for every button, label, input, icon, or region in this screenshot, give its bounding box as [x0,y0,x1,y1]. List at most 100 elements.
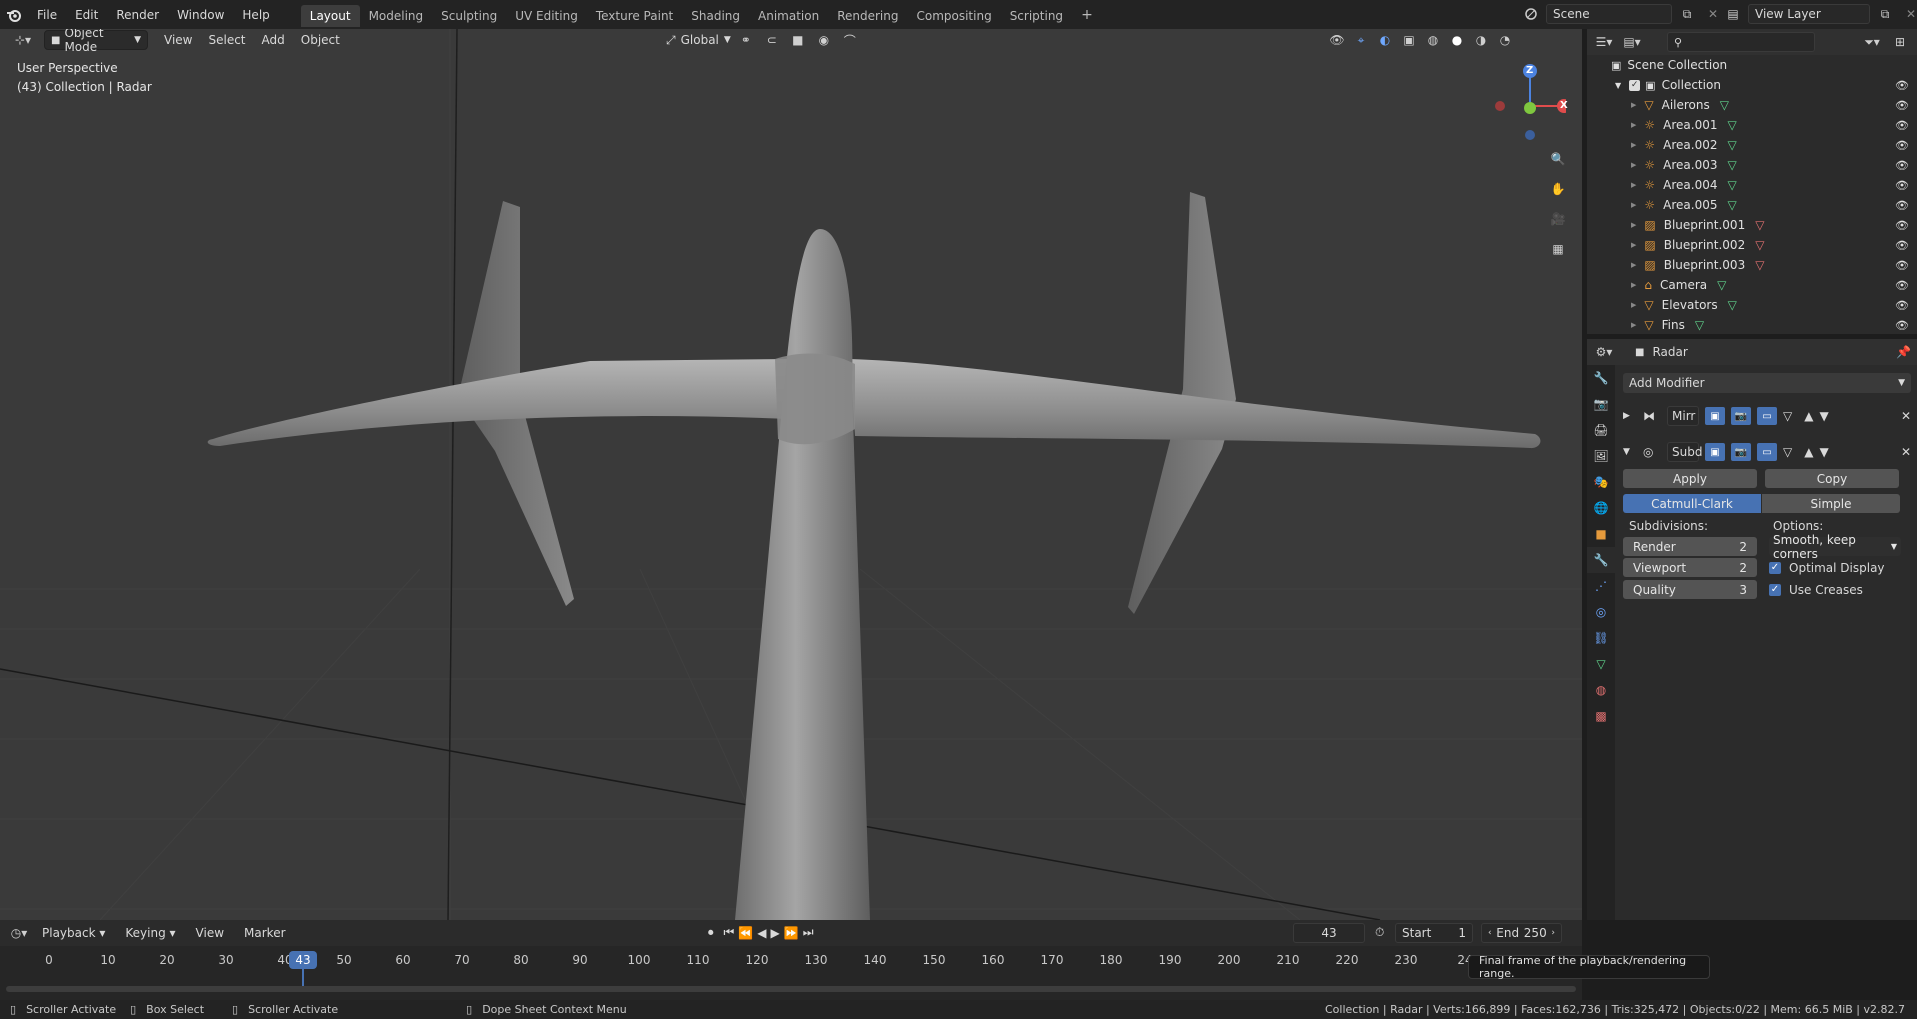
stopwatch-icon[interactable]: ⏱ [1375,925,1384,940]
output-tab-icon[interactable]: 🖨 [1587,417,1615,443]
filter-icon[interactable]: ⏷▾ [1861,32,1883,52]
subsurf-name-field[interactable]: Subd [1667,442,1702,462]
viewport-menu-add[interactable]: Add [254,31,293,49]
tab-sculpting[interactable]: Sculpting [432,5,506,27]
object-data-icon[interactable]: ▽ [1755,238,1764,252]
rendered-shading-icon[interactable]: ◔ [1494,30,1516,50]
chevron-right-icon[interactable]: ▶ [1631,241,1636,249]
prev-keyframe-icon[interactable]: ⏪ [738,926,753,940]
chevron-right-icon[interactable]: ▶ [1631,221,1636,229]
render-toggle-icon[interactable]: 📷 [1731,443,1751,461]
chevron-right-icon[interactable]: ▶ [1631,181,1636,189]
new-collection-icon[interactable]: ⊞ [1889,32,1911,52]
3d-viewport[interactable]: ⊹▾ ■ Object Mode ▼ View Select Add Objec… [0,29,1582,920]
display-mode-icon[interactable]: ▤▾ [1621,32,1643,52]
data-tab-icon[interactable]: ▽ [1587,651,1615,677]
eye-icon[interactable]: 👁 [1895,239,1909,252]
render-tab-icon[interactable]: 📷 [1587,391,1615,417]
add-modifier-dropdown[interactable]: Add Modifier ▼ [1623,373,1911,393]
chevron-right-icon[interactable]: › [1551,928,1555,938]
eye-icon[interactable]: 👁 [1895,219,1909,232]
render-levels-field[interactable]: Render 2 [1623,537,1757,556]
eye-icon[interactable]: 👁 [1895,299,1909,312]
properties-editor-icon[interactable]: ⚙▾ [1593,342,1615,362]
tool-tab-icon[interactable]: 🔧 [1587,365,1615,391]
texture-tab-icon[interactable]: ▩ [1587,703,1615,729]
xray-icon[interactable]: ▣ [1398,30,1420,50]
move-up-icon[interactable]: ▲ [1804,445,1813,459]
editmode-cage-icon[interactable]: ▣ [1705,443,1725,461]
eye-icon[interactable]: 👁 [1895,319,1909,332]
proportional-edit-icon[interactable]: ◉ [813,30,835,50]
tab-texture-paint[interactable]: Texture Paint [587,5,682,27]
object-data-icon[interactable]: ▽ [1728,198,1737,212]
timeline-marker-menu[interactable]: Marker [236,924,293,942]
tab-scripting[interactable]: Scripting [1001,5,1072,27]
menu-render[interactable]: Render [107,8,168,22]
eye-icon[interactable]: 👁 [1895,139,1909,152]
eye-icon[interactable]: 👁 [1895,279,1909,292]
eye-icon[interactable]: 👁 [1895,199,1909,212]
scene-field[interactable]: Scene [1546,4,1672,24]
tab-uv-editing[interactable]: UV Editing [506,5,587,27]
object-data-icon[interactable]: ▽ [1720,98,1729,112]
use-creases-checkbox[interactable]: ✓ Use Creases [1769,583,1863,597]
eye-icon[interactable]: 👁 [1895,179,1909,192]
end-frame-field[interactable]: ‹ End 250 › [1481,923,1562,943]
new-scene-icon[interactable]: ⧉ [1676,4,1698,24]
outliner-item[interactable]: ▶ ☼ Area.001 ▽ 👁 [1587,115,1917,135]
record-icon[interactable]: ⏺ [708,926,714,940]
next-keyframe-icon[interactable]: ⏩ [784,926,799,940]
render-toggle-icon[interactable]: 📷 [1731,407,1751,425]
outliner-item[interactable]: ▶ ☼ Area.002 ▽ 👁 [1587,135,1917,155]
delete-view-layer-icon[interactable]: ✕ [1900,4,1917,24]
chevron-right-icon[interactable]: ▶ [1623,411,1637,421]
object-data-icon[interactable]: ▽ [1728,138,1737,152]
wireframe-shading-icon[interactable]: ◍ [1422,30,1444,50]
close-icon[interactable]: ✕ [1901,445,1911,459]
editmode-cage-icon[interactable]: ▣ [1705,407,1725,425]
world-tab-icon[interactable]: 🌐 [1587,495,1615,521]
outliner-item[interactable]: ▶ ▨ Blueprint.002 ▽ 👁 [1587,235,1917,255]
view-layer-tab-icon[interactable]: 🖼 [1587,443,1615,469]
pivot-icon[interactable]: ⚭ [735,30,757,50]
outliner-item[interactable]: ▶ ▽ Fins ▽ 👁 [1587,315,1917,335]
scene-tab-icon[interactable]: 🎭 [1587,469,1615,495]
menu-edit[interactable]: Edit [66,8,107,22]
play-reverse-icon[interactable]: ◀ [757,926,766,940]
falloff-icon[interactable]: ⌒ [839,30,861,50]
chevron-right-icon[interactable]: ▶ [1631,141,1636,149]
tab-modeling[interactable]: Modeling [360,5,433,27]
playhead[interactable]: 43 [289,951,317,969]
object-data-icon[interactable]: ▽ [1717,278,1726,292]
zoom-icon[interactable]: 🔍 [1544,145,1572,173]
ortho-grid-icon[interactable]: ▦ [1544,235,1572,263]
menu-file[interactable]: File [28,8,66,22]
object-tab-icon[interactable]: ■ [1587,521,1615,547]
outliner-editor-icon[interactable]: ☰▾ [1593,32,1615,52]
chevron-right-icon[interactable]: ▶ [1631,161,1636,169]
editor-type-icon[interactable]: ⊹▾ [8,30,38,50]
menu-window[interactable]: Window [168,8,233,22]
physics-tab-icon[interactable]: ◎ [1587,599,1615,625]
eye-icon[interactable]: 👁 [1895,259,1909,272]
gizmo-toggle-icon[interactable]: ⌖ [1350,30,1372,50]
chevron-right-icon[interactable]: ▶ [1631,101,1636,109]
material-shading-icon[interactable]: ◑ [1470,30,1492,50]
object-data-icon[interactable]: ▽ [1728,118,1737,132]
snap-icon[interactable]: ⊂ [761,30,783,50]
material-tab-icon[interactable]: ◍ [1587,677,1615,703]
optimal-display-checkbox[interactable]: ✓ Optimal Display [1769,561,1885,575]
copy-button[interactable]: Copy [1765,469,1899,488]
move-down-icon[interactable]: ▼ [1819,445,1828,459]
current-frame-field[interactable]: 43 [1293,923,1365,943]
outliner-item[interactable]: ▶ ☼ Area.004 ▽ 👁 [1587,175,1917,195]
object-data-icon[interactable]: ▽ [1728,178,1737,192]
blender-logo-icon[interactable] [0,5,28,25]
chevron-right-icon[interactable]: ▶ [1631,201,1636,209]
tab-animation[interactable]: Animation [749,5,828,27]
object-data-icon[interactable]: ▽ [1695,318,1704,332]
delete-scene-icon[interactable]: ✕ [1702,4,1724,24]
cage-icon[interactable]: ▽ [1783,445,1792,459]
outliner-item[interactable]: ▶ ⌂ Camera ▽ 👁 [1587,275,1917,295]
